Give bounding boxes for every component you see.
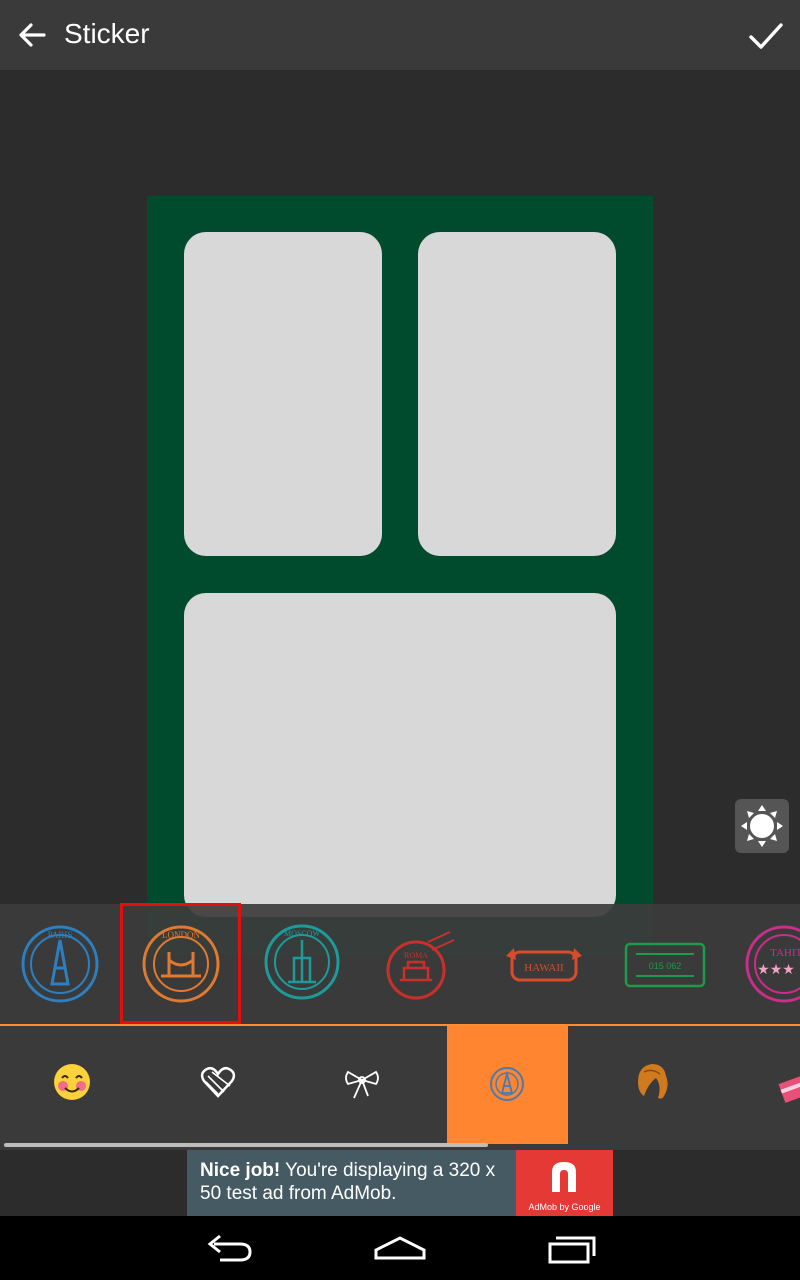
nav-recents-button[interactable] (542, 1230, 602, 1266)
sticker-category-bar (0, 1026, 800, 1150)
smiley-face-icon (54, 1064, 90, 1100)
sticker-hawaii-stamp[interactable]: HAWAII (502, 922, 586, 1006)
photo-slot-bottom[interactable] (184, 593, 616, 917)
nav-home-icon (374, 1236, 426, 1260)
ad-headline: Nice job! (200, 1160, 281, 1181)
category-hair[interactable] (592, 1026, 713, 1144)
heart-icon (200, 1066, 236, 1098)
confirm-button[interactable] (746, 16, 786, 56)
category-stamps[interactable] (447, 1026, 568, 1144)
brightness-button[interactable] (735, 799, 789, 853)
selected-sticker-highlight (120, 903, 241, 1024)
brightness-icon (741, 805, 783, 847)
admob-logo: AdMob by Google (516, 1150, 613, 1216)
sticker-tahiti-stamp[interactable]: TAHITI ★★★ (744, 922, 800, 1006)
sticker-arabic-stamp[interactable]: 015 062 (622, 922, 706, 1006)
svg-text:★★★: ★★★ (757, 961, 795, 977)
nav-back-icon (207, 1234, 252, 1262)
photo-slot-top-left[interactable] (184, 232, 382, 556)
category-scrollbar[interactable] (4, 1143, 488, 1147)
admob-caption: AdMob by Google (528, 1202, 601, 1212)
system-navigation-bar (0, 1216, 800, 1280)
category-gifts[interactable] (737, 1026, 800, 1144)
sticker-arabic-text: 015 062 (649, 961, 682, 971)
arrow-back-icon (19, 23, 46, 47)
sticker-rome-stamp[interactable]: ROMA (378, 922, 462, 1006)
sticker-moscow-text: MOSCOW (284, 929, 320, 938)
back-button[interactable] (14, 17, 50, 53)
hair-icon (638, 1064, 668, 1099)
nav-back-button[interactable] (200, 1230, 260, 1266)
ad-text: Nice job! You're displaying a 320 x 50 t… (200, 1159, 520, 1205)
sticker-paris-stamp[interactable]: PARIS (18, 922, 102, 1006)
stamp-icon (490, 1067, 524, 1101)
gift-icon (778, 1073, 800, 1103)
category-bows[interactable] (302, 1026, 423, 1144)
app-bar: Sticker (0, 0, 800, 70)
checkmark-icon (749, 23, 783, 49)
nav-home-button[interactable] (370, 1230, 430, 1266)
bow-icon (345, 1070, 379, 1099)
sticker-tahiti-text: TAHITI (770, 947, 800, 959)
sticker-strip: PARIS LONDON MOSCOW ROMA HAWAII 015 062 … (0, 903, 800, 1024)
test-ad-banner[interactable]: Nice job! You're displaying a 320 x 50 t… (187, 1150, 613, 1216)
sticker-rome-text: ROMA (404, 951, 428, 960)
category-hearts[interactable] (158, 1026, 279, 1144)
photo-slot-top-right[interactable] (418, 232, 616, 556)
sticker-paris-text: PARIS (48, 930, 73, 940)
page-title: Sticker (64, 18, 150, 49)
sticker-hawaii-text: HAWAII (524, 962, 564, 974)
sticker-moscow-stamp[interactable]: MOSCOW (258, 922, 342, 1006)
ad-area: Nice job! You're displaying a 320 x 50 t… (0, 1150, 800, 1216)
nav-recents-icon (548, 1236, 596, 1264)
collage-frame (147, 196, 653, 956)
category-emoji[interactable] (12, 1026, 133, 1144)
